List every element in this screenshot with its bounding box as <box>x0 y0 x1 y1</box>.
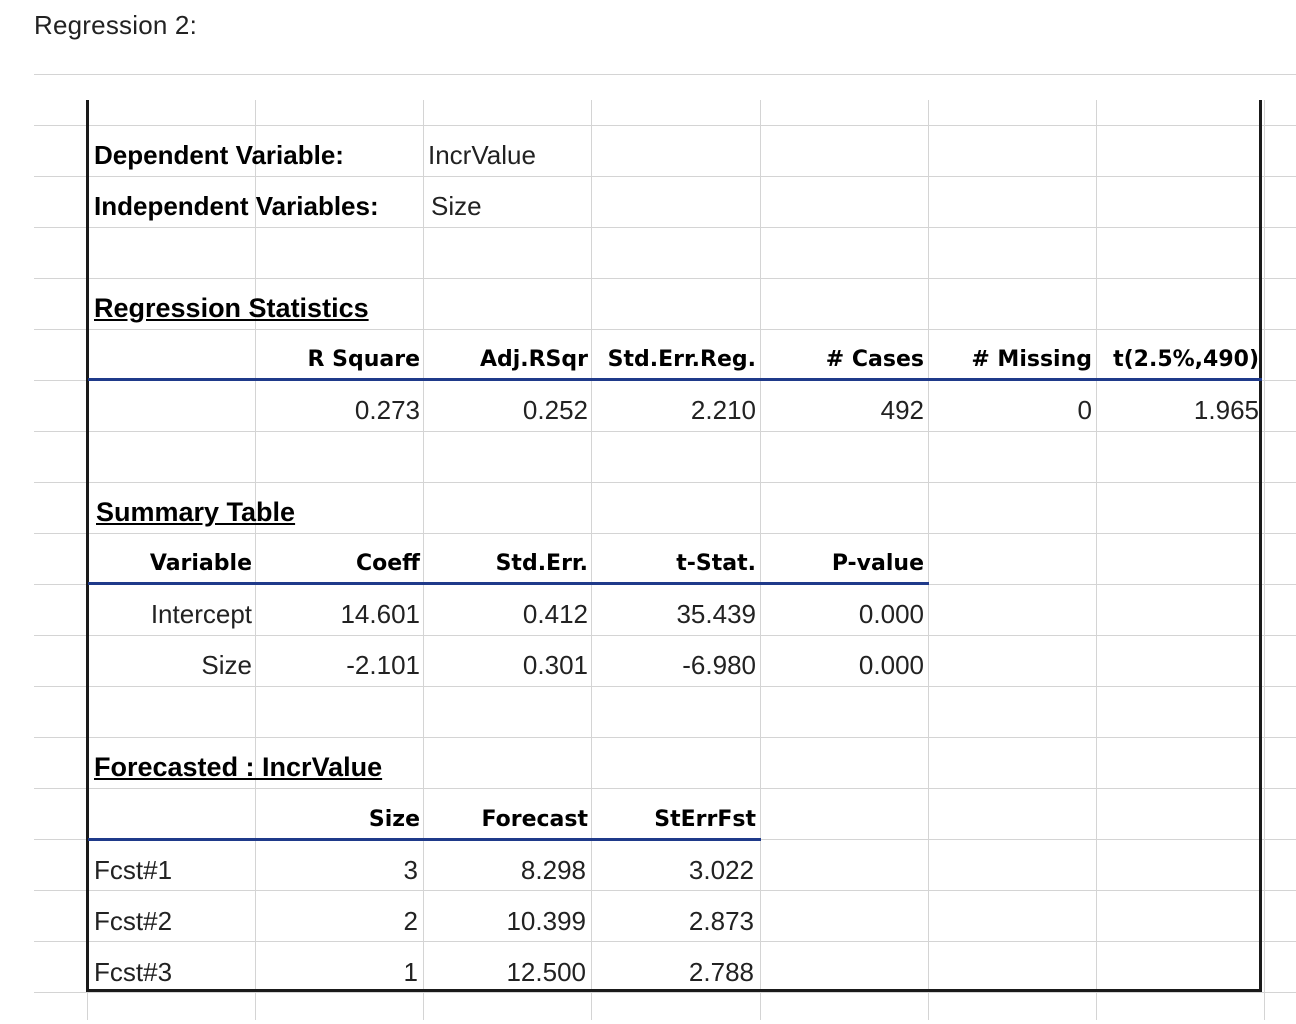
forecast-cell[interactable]: 2.788 <box>554 947 754 998</box>
gridline-row <box>34 74 1296 75</box>
dependent-variable-value[interactable]: IncrValue <box>428 130 536 181</box>
forecast-row-label[interactable]: Fcst#3 <box>94 947 172 998</box>
regression-statistics-rule <box>88 378 1262 381</box>
forecast-cell[interactable]: 2.873 <box>554 896 754 947</box>
forecast-title: Forecasted : IncrValue <box>94 752 383 782</box>
independent-variables-label: Independent Variables: <box>94 191 379 221</box>
summary-table-cell[interactable]: 0.000 <box>724 589 924 640</box>
independent-variables-value[interactable]: Size <box>431 181 482 232</box>
dependent-variable-label: Dependent Variable: <box>94 140 344 170</box>
forecast-row-label[interactable]: Fcst#1 <box>94 845 172 896</box>
forecast-row-label[interactable]: Fcst#2 <box>94 896 172 947</box>
regression-statistics-title: Regression Statistics <box>94 293 369 323</box>
summary-table-title: Summary Table <box>96 497 296 527</box>
forecast-cell[interactable]: 3.022 <box>554 845 754 896</box>
summary-table-cell[interactable]: 0.000 <box>724 640 924 691</box>
spreadsheet: Dependent Variable: IncrValue Independen… <box>0 0 1296 1024</box>
forecast-rule <box>88 838 761 841</box>
regression-stat-value[interactable]: 1.965 <box>1059 385 1259 436</box>
summary-table-rule <box>88 582 929 585</box>
gridline-column <box>1264 100 1265 1020</box>
